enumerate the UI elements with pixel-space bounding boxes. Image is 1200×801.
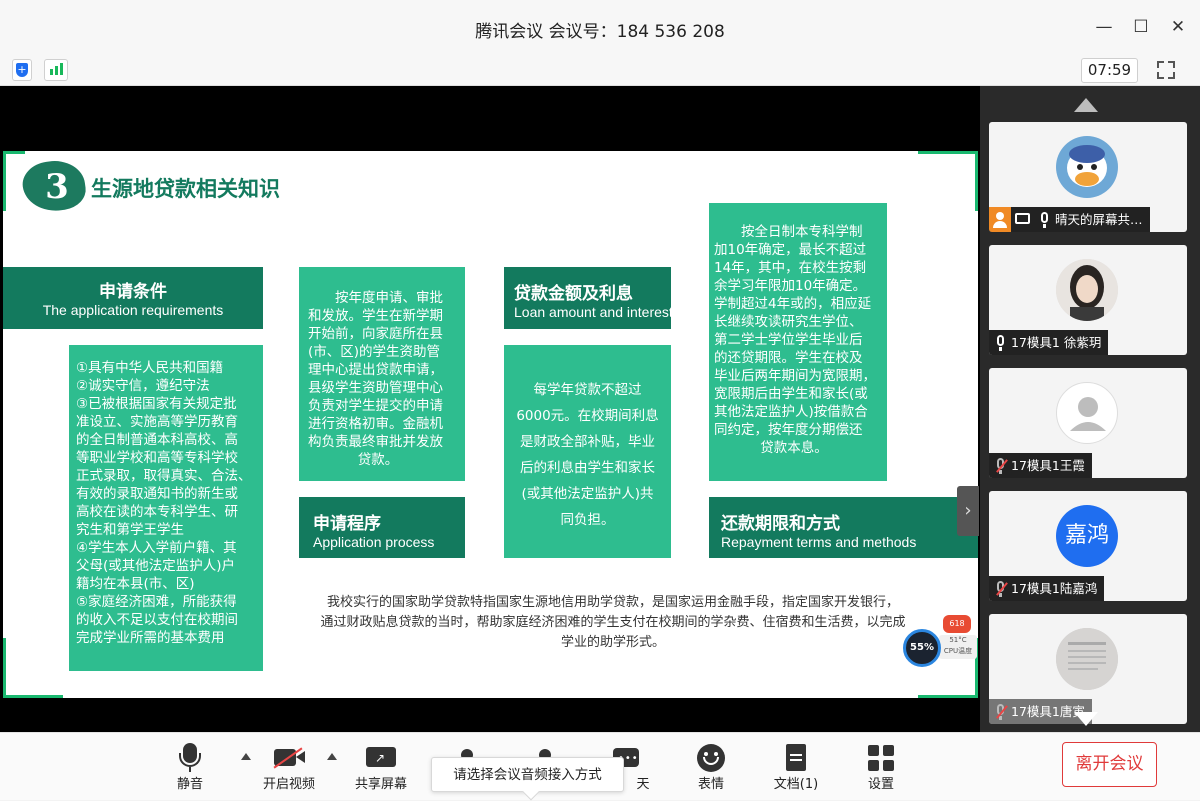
mic-muted-icon [989, 699, 1011, 724]
process-box: 按年度申请、审批 和发放。学生在新学期 开始前，向家庭所在县 (市、区)的学生资… [299, 267, 465, 481]
participant-name-tag: 17模具1王霞 [989, 453, 1092, 478]
minimize-icon[interactable]: — [1093, 16, 1115, 38]
summary-paragraph: 我校实行的国家助学贷款特指国家生源地信用助学贷款，是国家运用金融手段，指定国家开… [320, 595, 906, 650]
cpu-usage: 55% [903, 629, 941, 667]
repay-box: 按全日制本专科学制 加10年确定，最长不超过 14年，其中，在校生按剩 余学习年… [709, 203, 887, 481]
microphone-icon [155, 741, 225, 773]
slide-title: 生源地贷款相关知识 [91, 177, 280, 201]
presentation-slide: 3 生源地贷款相关知识 申请条件 The application require… [3, 151, 978, 698]
participant-card[interactable]: 17模具1王霞 [989, 368, 1187, 478]
mic-icon [1033, 207, 1055, 232]
participant-sidebar: 晴天的屏幕共… 17模具1 徐紫玥 17模具1王霞 嘉鸿 17模具1陆嘉鸿 17… [980, 86, 1200, 732]
leave-meeting-button[interactable]: 离开会议 [1062, 742, 1157, 787]
mute-button[interactable]: 静音 [155, 741, 225, 797]
settings-button[interactable]: 设置 [846, 741, 916, 797]
section-number: 3 [45, 167, 69, 207]
text-avatar: 嘉鸿 [1056, 505, 1118, 567]
scroll-down-icon[interactable] [1074, 712, 1098, 726]
host-person-icon [989, 207, 1011, 232]
participant-card[interactable]: 嘉鸿 17模具1陆嘉鸿 [989, 491, 1187, 601]
participant-card[interactable]: 晴天的屏幕共… [989, 122, 1187, 232]
cpu-badge: 618 [943, 615, 971, 633]
security-shield-icon[interactable]: + [12, 59, 32, 81]
cpu-temperature: 51°C CPU温度 [939, 635, 977, 659]
audio-tooltip: 请选择会议音频接入方式 [431, 757, 624, 801]
amount-header: 贷款金额及利息 Loan amount and interest [504, 267, 671, 329]
emoji-button[interactable]: 表情 [676, 741, 746, 797]
mic-muted-icon [989, 576, 1011, 601]
participant-card[interactable]: 17模具1 徐紫玥 [989, 245, 1187, 355]
emoji-icon [676, 741, 746, 773]
settings-grid-icon [846, 741, 916, 773]
maximize-icon[interactable]: ☐ [1130, 16, 1152, 38]
document-avatar [1056, 628, 1118, 690]
camera-off-icon [254, 741, 324, 773]
status-strip: + 07:59 [0, 56, 1200, 86]
screen-share-icon [1011, 207, 1033, 232]
cpu-monitor-widget[interactable]: 618 51°C CPU温度 55% [903, 615, 978, 667]
participant-name-tag: 晴天的屏幕共… [989, 207, 1150, 232]
shared-screen: 3 生源地贷款相关知识 申请条件 The application require… [0, 86, 980, 732]
repay-header: 还款期限和方式 Repayment terms and methods [709, 497, 978, 558]
share-screen-button[interactable]: ↗ 共享屏幕 [346, 741, 416, 797]
mic-icon [989, 330, 1011, 355]
network-signal-icon[interactable] [44, 59, 68, 81]
expand-panel-chevron-icon[interactable]: › [957, 486, 979, 536]
participant-name-tag: 17模具1 徐紫玥 [989, 330, 1109, 355]
amount-box: 每学年贷款不超过 6000元。在校期间利息 是财政全部补贴，毕业 后的利息由学生… [504, 345, 671, 558]
process-header: 申请程序 Application process [299, 497, 465, 558]
participant-name-tag: 17模具1陆嘉鸿 [989, 576, 1105, 601]
conditions-header: 申请条件 The application requirements [3, 267, 263, 329]
title-bar: 腾讯会议 会议号：184 536 208 — ☐ ✕ [0, 0, 1200, 56]
meeting-timer: 07:59 [1081, 58, 1138, 83]
participant-card[interactable]: 17模具1唐寅 [989, 614, 1187, 724]
share-screen-icon: ↗ [346, 741, 416, 773]
fullscreen-icon[interactable] [1155, 59, 1177, 81]
video-options-caret-icon[interactable] [327, 753, 337, 760]
mic-muted-icon [989, 453, 1011, 478]
duck-avatar [1056, 136, 1118, 198]
default-avatar [1056, 382, 1118, 444]
conditions-box: ①具有中华人民共和国籍 ②诚实守信，遵纪守法 ③已被根据国家有关规定批 准设立、… [69, 345, 263, 671]
document-icon [761, 741, 831, 773]
photo-avatar [1056, 259, 1118, 321]
documents-button[interactable]: 文档(1) [761, 741, 831, 797]
meeting-title: 腾讯会议 会议号：184 536 208 [475, 22, 725, 42]
start-video-button[interactable]: 开启视频 [254, 741, 324, 797]
audio-options-caret-icon[interactable] [241, 753, 251, 760]
close-icon[interactable]: ✕ [1167, 16, 1189, 38]
scroll-up-icon[interactable] [1074, 98, 1098, 112]
